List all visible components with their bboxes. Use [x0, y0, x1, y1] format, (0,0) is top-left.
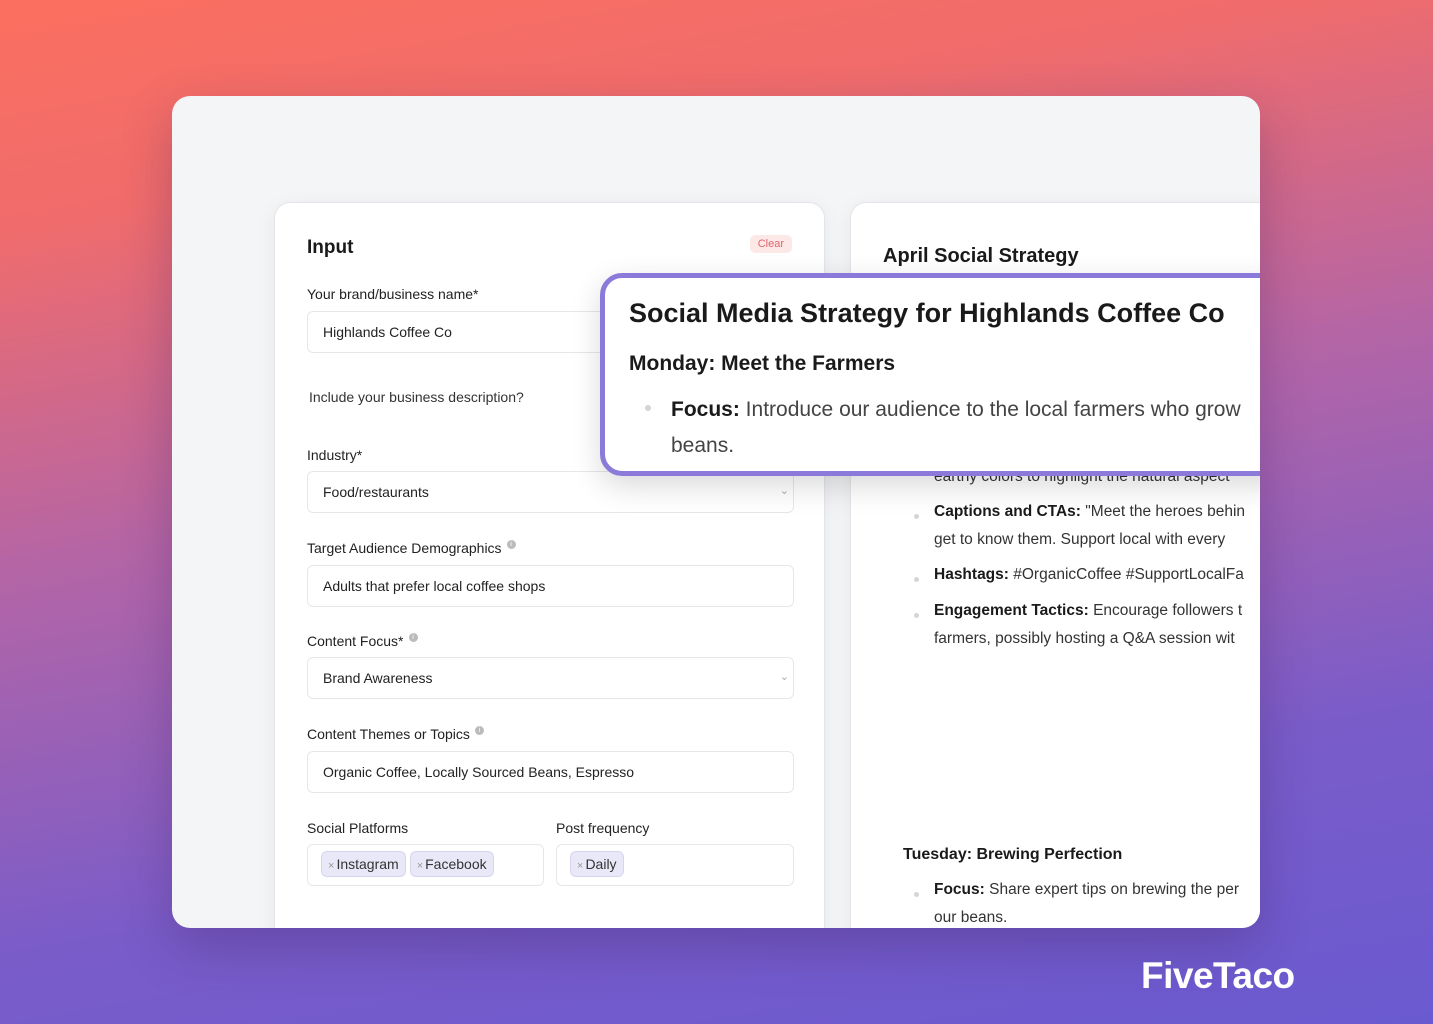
frequency-label: Post frequency	[556, 820, 650, 836]
clear-button[interactable]: Clear	[749, 235, 792, 253]
chevron-down-icon: ⌄	[779, 485, 789, 497]
remove-icon[interactable]: ×	[577, 860, 583, 872]
description-toggle-label[interactable]: Include your business description?	[309, 389, 524, 405]
popup-focus: Focus: Introduce our audience to the loc…	[671, 398, 1241, 457]
bullet	[914, 613, 919, 618]
audience-input[interactable]: Adults that prefer local coffee shops	[307, 565, 794, 607]
frequency-multiselect[interactable]: × Daily	[556, 844, 794, 886]
remove-icon[interactable]: ×	[328, 860, 334, 872]
info-icon[interactable]: i	[506, 540, 516, 549]
tag-instagram: × Instagram	[321, 851, 406, 877]
fivetaco-logo: FiveTaco	[1141, 955, 1295, 996]
industry-value: Food/restaurants	[323, 484, 429, 500]
output-title: April Social Strategy	[883, 245, 1079, 267]
input-title: Input	[307, 237, 354, 258]
platforms-label: Social Platforms	[307, 820, 409, 836]
tag-facebook: × Facebook	[409, 851, 494, 877]
info-icon[interactable]: i	[474, 726, 484, 735]
themes-label: Content Themes or Topics i	[307, 726, 484, 742]
chevron-down-icon: ⌄	[779, 671, 789, 683]
output-item: Engagement Tactics: Encourage followers …	[934, 602, 1243, 647]
focus-select[interactable]: Brand Awareness ⌄	[307, 657, 794, 699]
focus-label: Content Focus* i	[307, 633, 418, 649]
tuesday-focus: Focus: Share expert tips on brewing the …	[934, 881, 1239, 926]
industry-label: Industry*	[307, 447, 363, 463]
info-icon[interactable]: i	[408, 633, 418, 642]
tuesday-title: Tuesday: Brewing Perfection	[903, 846, 1123, 863]
popup-day: Monday: Meet the Farmers	[629, 352, 896, 375]
platforms-multiselect[interactable]: × Instagram × Facebook	[307, 844, 544, 886]
bullet	[914, 514, 919, 519]
industry-select[interactable]: Food/restaurants ⌄	[307, 471, 794, 513]
tag-daily: × Daily	[570, 851, 624, 877]
bullet	[914, 577, 919, 582]
remove-icon[interactable]: ×	[417, 860, 423, 872]
themes-input[interactable]: Organic Coffee, Locally Sourced Beans, E…	[307, 751, 794, 793]
audience-label: Target Audience Demographics i	[307, 540, 516, 556]
output-item: Captions and CTAs: "Meet the heroes behi…	[934, 503, 1246, 548]
app-window: Input Clear Your brand/business name* Hi…	[172, 96, 1260, 928]
highlight-popup: Social Media Strategy for Highlands Coff…	[600, 273, 1260, 476]
focus-value: Brand Awareness	[323, 670, 433, 686]
popup-title: Social Media Strategy for Highlands Coff…	[629, 298, 1225, 328]
brand-label: Your brand/business name*	[307, 286, 479, 302]
output-item: Hashtags: #OrganicCoffee #SupportLocalFa	[934, 566, 1244, 583]
